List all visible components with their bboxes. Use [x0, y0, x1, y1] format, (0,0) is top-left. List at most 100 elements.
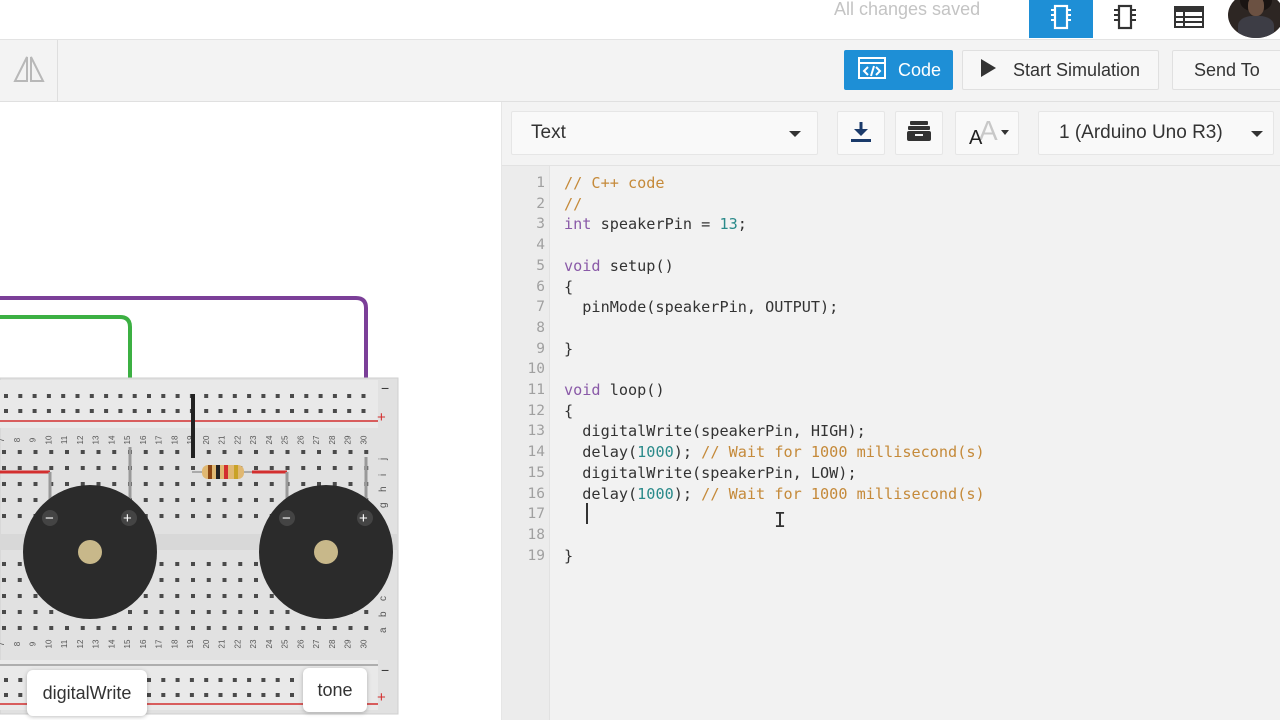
breadboard-hole[interactable]: [206, 626, 211, 630]
table-view-button[interactable]: [1157, 0, 1221, 38]
breadboard-hole[interactable]: [206, 610, 211, 614]
breadboard-hole[interactable]: [147, 678, 151, 682]
breadboard-hole[interactable]: [49, 626, 54, 630]
breadboard-hole[interactable]: [189, 693, 194, 697]
breadboard-hole[interactable]: [285, 626, 290, 630]
breadboard-hole[interactable]: [191, 482, 195, 486]
code-line[interactable]: void setup(): [564, 256, 674, 276]
breadboard-hole[interactable]: [147, 409, 151, 413]
breadboard-hole[interactable]: [75, 394, 80, 398]
breadboard-hole[interactable]: [254, 514, 258, 518]
breadboard-hole[interactable]: [112, 626, 117, 630]
breadboard-hole[interactable]: [17, 562, 22, 566]
breadboard-hole[interactable]: [80, 466, 85, 470]
breadboard-hole[interactable]: [254, 498, 258, 502]
breadboard-hole[interactable]: [301, 466, 306, 470]
breadboard-hole[interactable]: [159, 562, 164, 566]
breadboard-hole[interactable]: [218, 693, 223, 697]
breadboard-hole[interactable]: [175, 693, 180, 697]
breadboard-hole[interactable]: [348, 626, 353, 630]
breadboard-hole[interactable]: [218, 678, 223, 682]
breadboard-hole[interactable]: [269, 450, 274, 454]
breadboard-hole[interactable]: [17, 578, 22, 582]
breadboard-hole[interactable]: [238, 498, 243, 502]
breadboard-hole[interactable]: [104, 394, 109, 398]
breadboard-hole[interactable]: [317, 450, 321, 454]
breadboard-hole[interactable]: [17, 450, 22, 454]
breadboard-hole[interactable]: [269, 498, 274, 502]
flip-button[interactable]: [0, 40, 58, 102]
piezo-buzzer-right[interactable]: − +: [259, 485, 393, 619]
breadboard-hole[interactable]: [361, 394, 366, 398]
breadboard-hole[interactable]: [2, 498, 6, 502]
breadboard-hole[interactable]: [206, 482, 211, 486]
breadboard-hole[interactable]: [275, 394, 280, 398]
breadboard-hole[interactable]: [175, 594, 180, 598]
breadboard-hole[interactable]: [238, 482, 243, 486]
breadboard-hole[interactable]: [143, 594, 148, 598]
breadboard-hole[interactable]: [261, 394, 266, 398]
breadboard-hole[interactable]: [65, 626, 69, 630]
breadboard-hole[interactable]: [33, 610, 38, 614]
breadboard-hole[interactable]: [364, 450, 369, 454]
breadboard-hole[interactable]: [206, 578, 211, 582]
breadboard-hole[interactable]: [269, 594, 274, 598]
breadboard-hole[interactable]: [285, 610, 290, 614]
piezo-buzzer-left[interactable]: − +: [23, 485, 157, 619]
send-to-button[interactable]: Send To: [1172, 50, 1280, 90]
breadboard-hole[interactable]: [159, 626, 164, 630]
breadboard-hole[interactable]: [2, 578, 6, 582]
breadboard-hole[interactable]: [2, 610, 6, 614]
breadboard-hole[interactable]: [191, 498, 195, 502]
breadboard-hole[interactable]: [175, 610, 180, 614]
breadboard-hole[interactable]: [254, 482, 258, 486]
breadboard-hole[interactable]: [304, 409, 309, 413]
breadboard-hole[interactable]: [361, 409, 366, 413]
breadboard-hole[interactable]: [204, 409, 209, 413]
breadboard-hole[interactable]: [348, 466, 353, 470]
breadboard-hole[interactable]: [49, 466, 54, 470]
breadboard-hole[interactable]: [80, 450, 85, 454]
download-code-button[interactable]: [837, 111, 885, 155]
code-button[interactable]: Code: [844, 50, 953, 90]
breadboard-hole[interactable]: [238, 594, 243, 598]
breadboard-hole[interactable]: [143, 482, 148, 486]
breadboard-hole[interactable]: [32, 409, 37, 413]
circuit-canvas[interactable]: 7 7 8 8 9 9 10 10 11 11 12 12 13 13 14 14 15 15 16 16 17 17 18…: [0, 102, 502, 720]
breadboard-hole[interactable]: [364, 626, 369, 630]
breadboard-hole[interactable]: [269, 626, 274, 630]
breadboard-hole[interactable]: [204, 678, 209, 682]
breadboard-hole[interactable]: [4, 394, 8, 398]
breadboard-hole[interactable]: [269, 482, 274, 486]
breadboard-hole[interactable]: [80, 626, 85, 630]
breadboard-hole[interactable]: [232, 678, 237, 682]
breadboard-hole[interactable]: [18, 693, 23, 697]
code-line[interactable]: {: [564, 277, 573, 297]
breadboard-hole[interactable]: [206, 594, 211, 598]
breadboard-hole[interactable]: [4, 693, 8, 697]
breadboard-hole[interactable]: [222, 578, 227, 582]
breadboard-hole[interactable]: [269, 466, 274, 470]
breadboard-hole[interactable]: [61, 409, 66, 413]
device-select[interactable]: 1 (Arduino Uno R3): [1038, 111, 1274, 155]
breadboard-hole[interactable]: [159, 594, 164, 598]
breadboard-hole[interactable]: [238, 610, 243, 614]
breadboard-hole[interactable]: [175, 450, 180, 454]
breadboard-hole[interactable]: [4, 409, 8, 413]
user-avatar[interactable]: [1228, 0, 1280, 38]
breadboard-hole[interactable]: [332, 409, 337, 413]
breadboard-hole[interactable]: [128, 626, 132, 630]
code-line[interactable]: // C++ code: [564, 173, 665, 193]
breadboard-hole[interactable]: [89, 394, 94, 398]
breadboard-hole[interactable]: [159, 466, 164, 470]
breadboard-hole[interactable]: [222, 482, 227, 486]
breadboard-hole[interactable]: [191, 594, 195, 598]
breadboard-hole[interactable]: [222, 514, 227, 518]
code-line[interactable]: {: [564, 401, 573, 421]
breadboard-hole[interactable]: [159, 482, 164, 486]
breadboard-hole[interactable]: [2, 514, 6, 518]
breadboard-hole[interactable]: [175, 498, 180, 502]
breadboard-hole[interactable]: [49, 610, 54, 614]
breadboard-hole[interactable]: [33, 626, 38, 630]
code-line[interactable]: digitalWrite(speakerPin, HIGH);: [564, 421, 865, 441]
